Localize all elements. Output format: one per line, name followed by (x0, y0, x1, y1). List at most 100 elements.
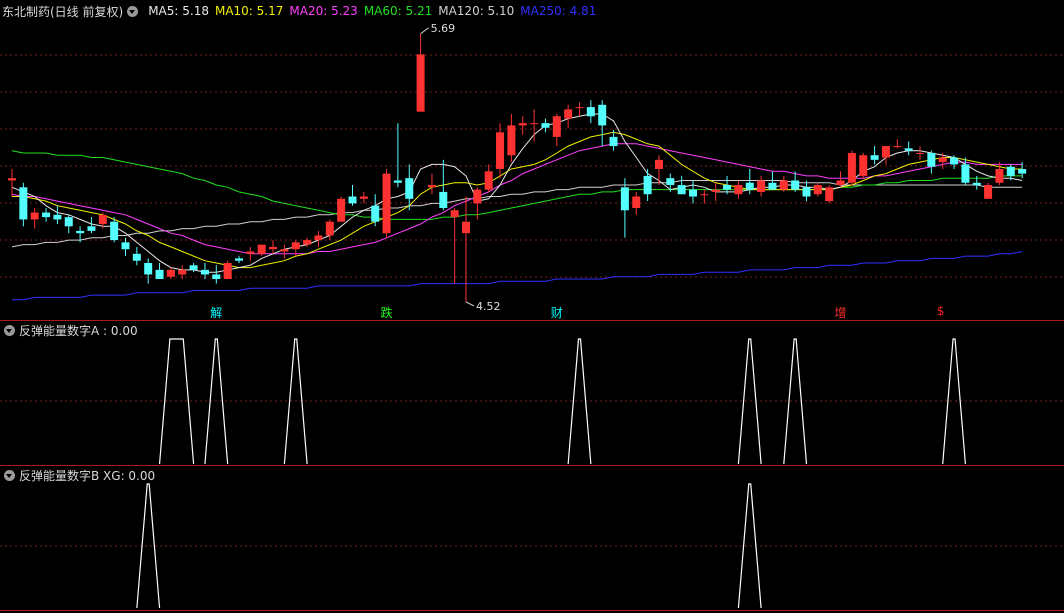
candle (121, 237, 130, 257)
candle (870, 146, 879, 165)
candle-body (325, 221, 334, 236)
candle-body (972, 182, 981, 186)
candle-body (802, 187, 811, 197)
candle-body (314, 235, 323, 241)
event-label-increase: 增 (834, 306, 847, 320)
candle (530, 109, 539, 142)
candle (881, 146, 890, 165)
candle (155, 262, 164, 280)
candle (893, 139, 902, 149)
candle-body (745, 182, 754, 190)
event-label-finance: 财 (550, 306, 563, 320)
candle-body (257, 244, 266, 254)
candle-body (280, 249, 289, 252)
candle-body (575, 107, 584, 109)
candle-body (8, 178, 16, 181)
candle (904, 141, 913, 156)
candle-body (757, 180, 766, 192)
candle-body (19, 187, 28, 220)
ma-line-ma10 (12, 131, 1023, 269)
candle (847, 150, 856, 186)
candle-body (155, 269, 164, 280)
candle (8, 169, 16, 197)
candle (836, 171, 845, 188)
candle (575, 102, 584, 117)
event-label-dollar: $ (936, 304, 945, 318)
candle (564, 104, 573, 128)
main-panel-header: 东北制药(日线 前复权) MA5: 5.18 MA10: 5.17 MA20: … (0, 2, 1064, 20)
candle-body (813, 185, 822, 195)
main-panel-toggle-icon[interactable] (127, 5, 139, 17)
candle-body (382, 173, 391, 234)
candle (450, 207, 459, 284)
candle-body (189, 265, 198, 270)
candle-body (87, 226, 96, 231)
candle (813, 182, 822, 197)
candle-body (427, 185, 436, 188)
candle-body (586, 107, 595, 117)
candle-body (98, 214, 107, 225)
candle-body (246, 251, 255, 254)
candle-body (144, 262, 153, 275)
candle-body (847, 152, 856, 183)
candle-body (110, 221, 119, 241)
candle-body (711, 189, 720, 192)
candle-body (450, 210, 459, 218)
ma250-legend: MA250: 4.81 (520, 4, 597, 18)
candle-body (700, 194, 709, 196)
candle (42, 207, 51, 222)
ma60-legend: MA60: 5.21 (363, 4, 433, 18)
candle (654, 155, 663, 186)
candle-body (836, 180, 845, 186)
main-panel-title: 东北制药(日线 前复权) (2, 4, 124, 19)
candle-body (132, 253, 141, 261)
candle (166, 267, 175, 280)
candle (144, 258, 153, 284)
candle-body (337, 198, 346, 222)
candle (19, 182, 28, 227)
candle (916, 146, 924, 160)
candle (235, 256, 243, 263)
candle (643, 169, 652, 202)
candle-body (677, 185, 686, 195)
candle (382, 169, 391, 238)
ma5-legend: MA5: 5.18 (148, 4, 209, 18)
ma20-legend: MA20: 5.23 (289, 4, 358, 18)
stock-chart[interactable]: 5.69 4.52 (0, 0, 1064, 613)
ma-line-ma60 (11, 150, 1023, 220)
candle-body (178, 269, 187, 275)
candle-body (541, 123, 550, 128)
candle (427, 173, 436, 195)
candle-body (916, 152, 924, 154)
candle-body (393, 180, 402, 183)
candle-body (609, 136, 618, 147)
event-label-drop: 跌 (380, 306, 393, 320)
indicator-a-title: 反弹能量数字A : 0.00 (19, 323, 138, 338)
ma-line-ma20 (11, 143, 1023, 255)
candle (825, 185, 834, 204)
candle (757, 175, 766, 197)
candle (30, 207, 39, 229)
candle (462, 196, 470, 302)
candle-body (212, 274, 221, 280)
candle-body (950, 157, 959, 165)
candle (984, 182, 993, 199)
candle-body (303, 240, 312, 245)
candle (280, 244, 289, 259)
indicator-b-title: 反弹能量数字B XG: 0.00 (19, 468, 156, 483)
candle-body (881, 146, 890, 158)
indicator-a-toggle-icon[interactable] (4, 324, 15, 336)
candle-body (76, 230, 85, 234)
candle-body (121, 242, 130, 250)
candle-body (269, 246, 278, 250)
candle-body (859, 155, 868, 176)
candle (632, 191, 641, 215)
candle (132, 246, 141, 266)
candle-body (291, 242, 300, 250)
candle-body (995, 169, 1004, 183)
low-price-label: 4.52 (476, 300, 501, 313)
candle (689, 180, 697, 204)
candle (269, 240, 278, 254)
candle-body (689, 189, 697, 197)
indicator-b-toggle-icon[interactable] (4, 469, 15, 481)
